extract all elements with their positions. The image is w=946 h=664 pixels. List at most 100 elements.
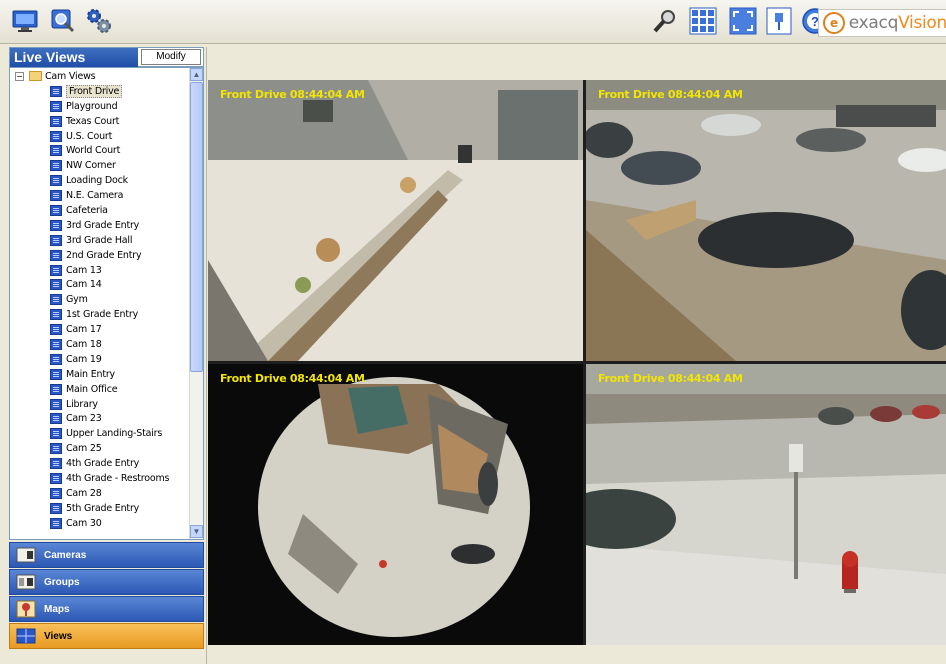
collapse-toggle-icon[interactable]: − [15, 71, 24, 81]
tree-item-camera-view[interactable]: Cam 28 [10, 486, 191, 501]
tree-item-camera-view[interactable]: Main Entry [10, 367, 191, 382]
tree-item-camera-view[interactable]: N.E. Camera [10, 188, 191, 203]
view-grid-icon [50, 443, 62, 455]
view-grid-icon [50, 353, 62, 365]
pin-icon[interactable] [764, 6, 794, 36]
left-panel: Live Views Modify − Cam Views Front Driv… [9, 47, 204, 664]
tree-item-label: 3rd Grade Entry [66, 219, 140, 231]
tree-item-camera-view[interactable]: 1st Grade Entry [10, 307, 191, 322]
camera-view-2[interactable]: Front Drive 08:44:04 AM [586, 80, 946, 361]
view-grid-icon [50, 398, 62, 410]
tree-item-camera-view[interactable]: U.S. Court [10, 129, 191, 144]
tree-item-camera-view[interactable]: Cam 13 [10, 263, 191, 278]
tree-item-camera-view[interactable]: Playground [10, 99, 191, 114]
nav-item-label: Views [44, 630, 73, 642]
live-views-header: Live Views Modify [9, 47, 204, 67]
tree-item-camera-view[interactable]: Cam 19 [10, 352, 191, 367]
tree-item-label: Playground [66, 100, 118, 112]
tree-item-camera-view[interactable]: World Court [10, 143, 191, 158]
tree-item-label: 4th Grade - Restrooms [66, 472, 170, 484]
tree-item-camera-view[interactable]: 3rd Grade Hall [10, 233, 191, 248]
tree-item-camera-view[interactable]: 3rd Grade Entry [10, 218, 191, 233]
view-grid-icon [50, 472, 62, 484]
tree-root-item[interactable]: − Cam Views [10, 69, 191, 84]
tree-item-camera-view[interactable]: Cam 18 [10, 337, 191, 352]
tree-item-camera-view[interactable]: Main Office [10, 382, 191, 397]
main-area: Front Drive 08:44:04 AM Front Drive 08:4… [206, 47, 946, 664]
tree-scrollbar[interactable]: ▲ ▼ [189, 68, 203, 539]
tree-item-label: Library [66, 398, 98, 410]
view-grid-icon [50, 338, 62, 350]
tree-item-label: N.E. Camera [66, 190, 124, 202]
tree-item-camera-view[interactable]: Gym [10, 292, 191, 307]
fullscreen-icon[interactable] [728, 6, 758, 36]
scroll-down-icon[interactable]: ▼ [190, 525, 203, 538]
view-grid-icon [50, 413, 62, 425]
tree-item-camera-view[interactable]: 4th Grade Entry [10, 456, 191, 471]
nav-item-label: Groups [44, 576, 80, 588]
view-grid-icon [50, 264, 62, 276]
bottom-nav: Cameras Groups Maps Views [9, 542, 204, 650]
tree-item-camera-view[interactable]: 2nd Grade Entry [10, 248, 191, 263]
tree-item-camera-view[interactable]: 4th Grade - Restrooms [10, 471, 191, 486]
view-grid-icon [50, 85, 62, 97]
view-grid-icon [50, 428, 62, 440]
tree-item-camera-view[interactable]: Cam 23 [10, 411, 191, 426]
tree-item-camera-view[interactable]: Library [10, 397, 191, 412]
exacqvision-logo: e exacq Vision [818, 9, 946, 37]
tree-item-label: Cam 19 [66, 353, 102, 365]
tree-item-label: Cafeteria [66, 204, 108, 216]
tree-item-camera-view[interactable]: Cam 14 [10, 277, 191, 292]
live-views-title: Live Views [10, 48, 138, 67]
view-grid-icon [50, 234, 62, 246]
camera-view-4[interactable]: Front Drive 08:44:04 AM [586, 364, 946, 645]
scroll-up-icon[interactable]: ▲ [190, 68, 203, 81]
nav-item-cameras[interactable]: Cameras [9, 542, 204, 568]
camera-3-timestamp: Front Drive 08:44:04 AM [220, 372, 365, 385]
view-grid-icon [50, 383, 62, 395]
camera-view-3[interactable]: Front Drive 08:44:04 AM [208, 364, 583, 645]
gears-icon[interactable] [84, 6, 114, 36]
tree-item-camera-view[interactable]: Upper Landing-Stairs [10, 426, 191, 441]
modify-button[interactable]: Modify [141, 49, 201, 65]
tree-item-label: Main Entry [66, 368, 115, 380]
camera-grid: Front Drive 08:44:04 AM Front Drive 08:4… [208, 80, 946, 645]
view-grid-icon [50, 294, 62, 306]
view-grid-icon [50, 458, 62, 470]
tree-item-label: Cam 17 [66, 324, 102, 336]
tree-item-camera-view[interactable]: Cam 30 [10, 516, 191, 531]
tree-item-camera-view[interactable]: Texas Court [10, 114, 191, 129]
grid-layout-icon[interactable] [688, 6, 718, 36]
tree-item-camera-view[interactable]: NW Corner [10, 158, 191, 173]
tree-root-label: Cam Views [45, 70, 96, 82]
view-grid-icon [50, 190, 62, 202]
views-grid-icon [16, 627, 36, 645]
camera-4-timestamp: Front Drive 08:44:04 AM [598, 372, 743, 385]
view-grid-icon [50, 324, 62, 336]
tree-item-camera-view[interactable]: Cafeteria [10, 203, 191, 218]
nav-item-groups[interactable]: Groups [9, 569, 204, 595]
monitor-icon[interactable] [10, 6, 40, 36]
nav-item-maps[interactable]: Maps [9, 596, 204, 622]
tree-list: − Cam Views Front Drive Playground Texas C… [10, 69, 191, 531]
tree-item-camera-view[interactable]: Loading Dock [10, 173, 191, 188]
view-grid-icon [50, 175, 62, 187]
nav-item-views[interactable]: Views [9, 623, 204, 649]
camera-view-1[interactable]: Front Drive 08:44:04 AM [208, 80, 583, 361]
tree-item-label: Upper Landing-Stairs [66, 428, 163, 440]
tree-item-label: Main Office [66, 383, 118, 395]
tree-item-label: Cam 30 [66, 517, 102, 529]
key-search-icon[interactable] [650, 6, 680, 36]
view-grid-icon [50, 204, 62, 216]
tree-item-camera-view[interactable]: Cam 25 [10, 441, 191, 456]
scroll-thumb[interactable] [190, 82, 203, 372]
tree-item-camera-view[interactable]: Front Drive [10, 84, 191, 99]
nav-item-label: Cameras [44, 549, 87, 561]
search-magnifier-icon[interactable] [48, 6, 78, 36]
view-grid-icon [50, 279, 62, 291]
tree-item-label: 4th Grade Entry [66, 458, 140, 470]
tree-item-camera-view[interactable]: 5th Grade Entry [10, 501, 191, 516]
tree-item-camera-view[interactable]: Cam 17 [10, 322, 191, 337]
tree-item-label: NW Corner [66, 160, 116, 172]
map-icon [16, 600, 36, 618]
